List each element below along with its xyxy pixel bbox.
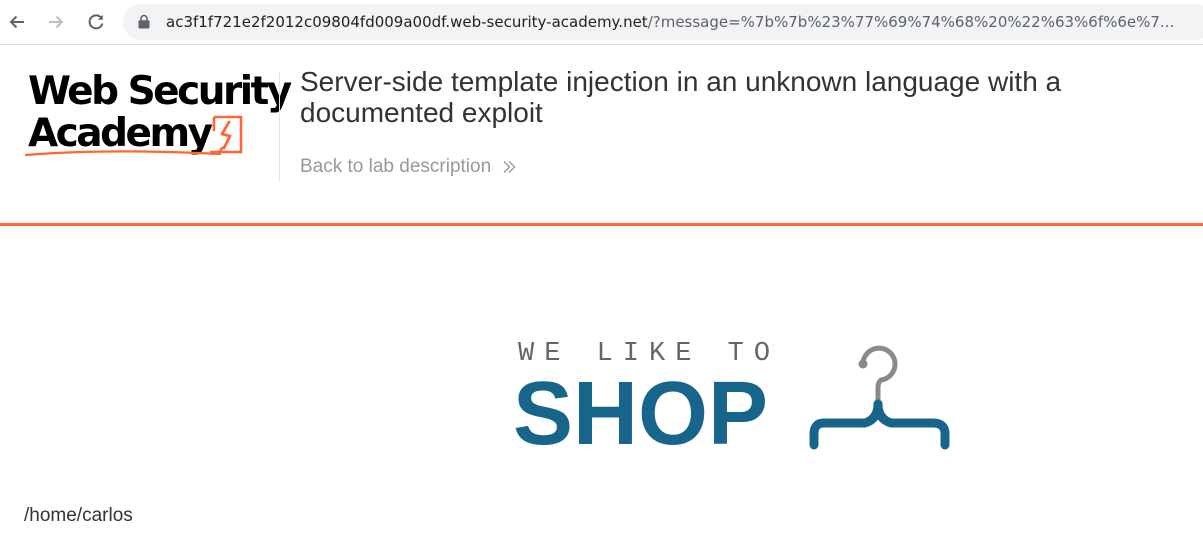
shop-wordmark: SHOP [513,364,769,464]
back-link-label: Back to lab description [300,156,492,177]
back-button[interactable] [2,7,32,37]
browser-toolbar: ac3f1f721e2f2012c09804fd009a00df.web-sec… [0,0,1203,45]
double-chevron-right-icon [503,161,516,173]
forward-button[interactable] [41,7,71,37]
arrow-right-icon [49,15,64,29]
url-text[interactable]: ac3f1f721e2f2012c09804fd009a00df.web-sec… [166,13,1203,31]
logo-underline [24,150,222,157]
logo-line1: Web Security [28,69,292,114]
url-path: /?message=%7b%7b%23%77%69%74%68%20%22%63… [647,13,1175,31]
url-host: ac3f1f721e2f2012c09804fd009a00df.web-sec… [166,13,648,31]
header-rule [0,223,1203,226]
address-bar[interactable]: ac3f1f721e2f2012c09804fd009a00df.web-sec… [123,4,1203,40]
lab-title: Server-side template injection in an unk… [300,66,1062,128]
lock-icon[interactable] [138,14,150,29]
back-to-lab-description-link[interactable]: Back to lab description [300,155,517,179]
web-security-academy-logo[interactable]: Web Security Academy [24,68,292,164]
template-output: /home/carlos [24,505,133,526]
header-divider [279,72,280,182]
reload-icon [88,14,104,30]
shop-logo[interactable]: WE LIKE TO SHOP [513,336,957,460]
arrow-left-icon [9,15,24,29]
clothes-hanger-icon [809,345,950,450]
reload-button[interactable] [81,7,111,37]
